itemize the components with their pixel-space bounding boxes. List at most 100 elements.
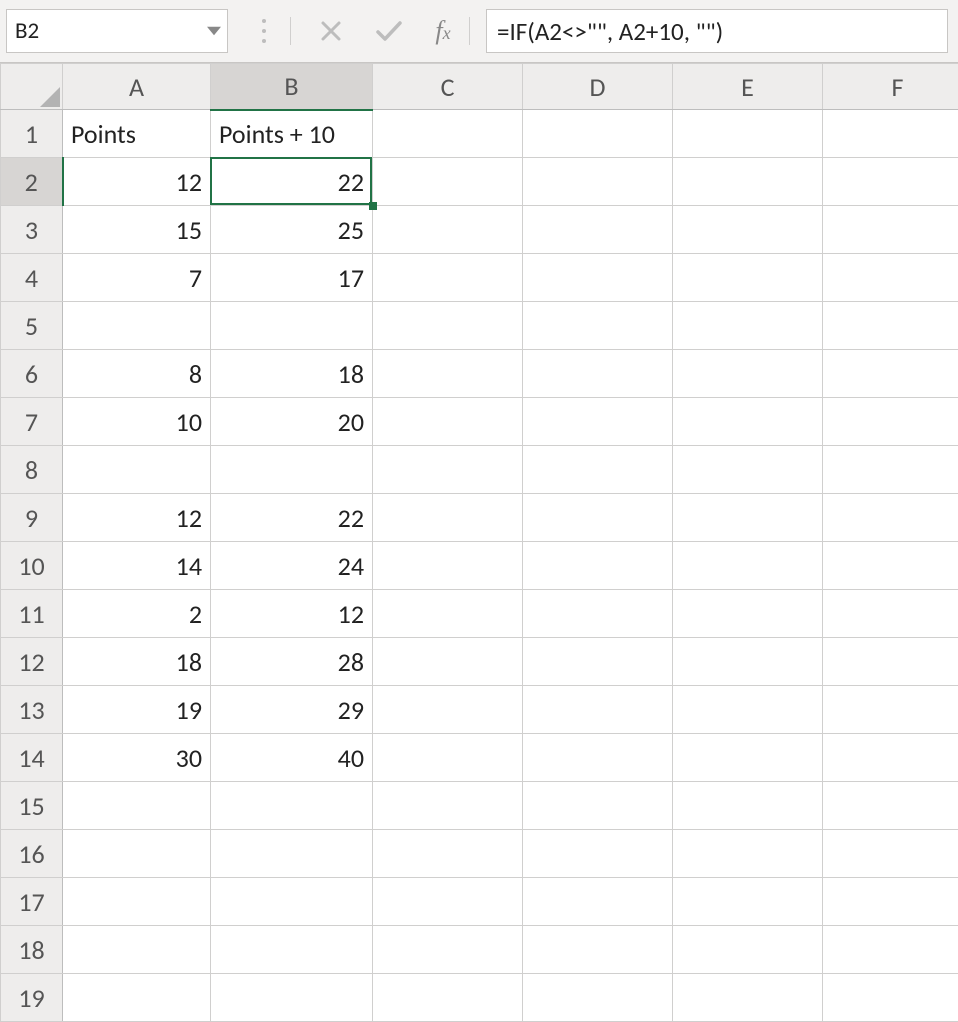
cell[interactable]: 14 — [63, 542, 211, 590]
cell[interactable] — [673, 926, 823, 974]
cell[interactable] — [63, 302, 211, 350]
cell[interactable] — [823, 494, 958, 542]
cell[interactable] — [373, 254, 523, 302]
cell[interactable] — [373, 206, 523, 254]
cell[interactable]: 22 — [211, 494, 373, 542]
cell[interactable] — [63, 878, 211, 926]
cell[interactable] — [373, 878, 523, 926]
cell[interactable]: 15 — [63, 206, 211, 254]
cell[interactable] — [63, 446, 211, 494]
cell[interactable]: 12 — [211, 590, 373, 638]
cell[interactable]: 10 — [63, 398, 211, 446]
cell[interactable] — [823, 830, 958, 878]
cell[interactable] — [673, 446, 823, 494]
col-header-E[interactable]: E — [673, 64, 823, 110]
cell[interactable] — [211, 830, 373, 878]
cell[interactable] — [673, 350, 823, 398]
row-header[interactable]: 9 — [1, 494, 63, 542]
cell[interactable]: 17 — [211, 254, 373, 302]
cell[interactable]: Points + 10 — [211, 110, 373, 158]
cell[interactable] — [373, 590, 523, 638]
cell[interactable]: 24 — [211, 542, 373, 590]
cell[interactable]: 12 — [63, 494, 211, 542]
cell[interactable] — [523, 974, 673, 1022]
cell[interactable]: 18 — [63, 638, 211, 686]
row-header[interactable]: 17 — [1, 878, 63, 926]
cell[interactable] — [523, 350, 673, 398]
col-header-A[interactable]: A — [63, 64, 211, 110]
row-header[interactable]: 16 — [1, 830, 63, 878]
cell[interactable] — [211, 302, 373, 350]
cell[interactable] — [523, 446, 673, 494]
row-header[interactable]: 4 — [1, 254, 63, 302]
cell[interactable] — [823, 110, 958, 158]
row-header[interactable]: 12 — [1, 638, 63, 686]
cell[interactable] — [373, 302, 523, 350]
cell[interactable] — [523, 254, 673, 302]
cell[interactable] — [523, 494, 673, 542]
cell[interactable] — [373, 446, 523, 494]
cell[interactable] — [523, 206, 673, 254]
cell[interactable] — [373, 494, 523, 542]
name-box-dropdown-icon[interactable] — [207, 17, 221, 45]
cell[interactable] — [523, 158, 673, 206]
cell[interactable] — [673, 782, 823, 830]
row-header[interactable]: 13 — [1, 686, 63, 734]
cell[interactable] — [523, 398, 673, 446]
cell[interactable] — [373, 158, 523, 206]
cell[interactable] — [673, 830, 823, 878]
cancel-formula-icon[interactable] — [309, 9, 353, 53]
cell[interactable] — [823, 350, 958, 398]
cell[interactable] — [373, 638, 523, 686]
cell[interactable] — [823, 542, 958, 590]
cell[interactable] — [63, 830, 211, 878]
cell[interactable] — [523, 686, 673, 734]
cell[interactable]: 25 — [211, 206, 373, 254]
cell[interactable] — [673, 494, 823, 542]
cell[interactable] — [823, 158, 958, 206]
cell[interactable] — [373, 974, 523, 1022]
cell[interactable] — [373, 350, 523, 398]
cell[interactable] — [823, 734, 958, 782]
col-header-C[interactable]: C — [373, 64, 523, 110]
cell[interactable] — [823, 878, 958, 926]
cell[interactable] — [673, 398, 823, 446]
row-header[interactable]: 11 — [1, 590, 63, 638]
grid-table[interactable]: A B C D E F 1 Points Points + 10 2 12 22… — [0, 63, 958, 1022]
row-header[interactable]: 15 — [1, 782, 63, 830]
row-header[interactable]: 5 — [1, 302, 63, 350]
cell[interactable] — [823, 302, 958, 350]
select-all-corner[interactable] — [1, 64, 63, 110]
cell[interactable] — [63, 974, 211, 1022]
cell[interactable] — [523, 878, 673, 926]
cell[interactable] — [373, 782, 523, 830]
cell[interactable] — [211, 782, 373, 830]
cell[interactable] — [673, 686, 823, 734]
cell[interactable] — [211, 926, 373, 974]
cell[interactable] — [823, 446, 958, 494]
cell[interactable] — [673, 734, 823, 782]
cell[interactable] — [673, 206, 823, 254]
cell[interactable] — [373, 926, 523, 974]
cell[interactable] — [823, 974, 958, 1022]
formula-more-icon[interactable] — [242, 9, 286, 53]
cell[interactable] — [211, 446, 373, 494]
cell[interactable] — [63, 782, 211, 830]
row-header[interactable]: 6 — [1, 350, 63, 398]
cell[interactable]: 12 — [63, 158, 211, 206]
cell[interactable] — [823, 590, 958, 638]
cell[interactable]: 2 — [63, 590, 211, 638]
col-header-D[interactable]: D — [523, 64, 673, 110]
cell[interactable] — [373, 686, 523, 734]
insert-function-icon[interactable]: fx — [421, 16, 465, 46]
cell[interactable]: 29 — [211, 686, 373, 734]
cell[interactable] — [523, 734, 673, 782]
cell[interactable] — [823, 398, 958, 446]
cell[interactable] — [523, 110, 673, 158]
cell[interactable] — [823, 782, 958, 830]
cell[interactable] — [523, 590, 673, 638]
cell[interactable] — [523, 782, 673, 830]
cell[interactable]: 40 — [211, 734, 373, 782]
cell[interactable]: 30 — [63, 734, 211, 782]
cell[interactable] — [373, 542, 523, 590]
